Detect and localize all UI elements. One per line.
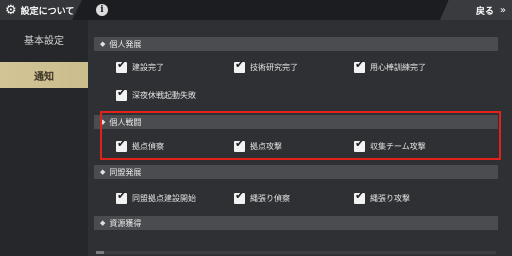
option-bodyguard-training-complete[interactable]: ✔ 用心棒訓練完了 <box>354 57 426 74</box>
highlight-box <box>100 111 501 160</box>
option-alliance-base-construction[interactable]: ✔ 同盟拠点建設開始 <box>116 188 196 205</box>
checkbox[interactable]: ✔ <box>234 57 245 73</box>
settings-title-tab: ⚙ 設定について <box>0 0 82 20</box>
option-label: 縄張り攻撃 <box>370 193 410 203</box>
checkbox-row: ✔ 建設完了 ✔ 技術研究完了 ✔ 用心棒訓練完了 <box>106 57 498 74</box>
option-night-truce-failed[interactable]: ✔ 深夜休戦起動失敗 <box>116 85 196 102</box>
option-territory-scouting[interactable]: ✔ 縄張り偵察 <box>234 188 290 205</box>
gear-icon: ⚙ <box>5 2 17 18</box>
top-bar: ⚙ 設定について i 戻る » <box>0 0 512 20</box>
checkbox-row: ✔ 深夜休戦起動失敗 <box>106 85 498 102</box>
checkmark-icon: ✔ <box>355 188 365 202</box>
checkbox[interactable]: ✔ <box>234 188 245 204</box>
checkmark-icon: ✔ <box>117 188 127 202</box>
option-label: 建設完了 <box>132 62 164 72</box>
section-label: 個人発展 <box>109 39 142 49</box>
option-research-complete[interactable]: ✔ 技術研究完了 <box>234 57 298 74</box>
section-label: 同盟発展 <box>109 167 142 177</box>
sidebar: 基本設定 通知 <box>0 20 88 256</box>
section-header-personal-development: ◆ 個人発展 <box>94 37 498 51</box>
scrollbar-thumb[interactable] <box>96 251 104 254</box>
back-button-label: 戻る <box>475 6 494 17</box>
checkmark-icon: ✔ <box>235 188 245 202</box>
checkbox[interactable]: ✔ <box>116 57 127 73</box>
option-label: 同盟拠点建設開始 <box>132 193 196 203</box>
checkmark-icon: ✔ <box>117 57 127 71</box>
section-header-resource-acquisition: ◆ 資源獲得 <box>94 216 498 230</box>
option-label: 縄張り偵察 <box>250 193 290 203</box>
checkbox[interactable]: ✔ <box>116 188 127 204</box>
sidebar-item-basic-settings[interactable]: 基本設定 <box>0 26 88 52</box>
diamond-icon: ◆ <box>100 168 106 176</box>
option-label: 用心棒訓練完了 <box>370 62 426 72</box>
section-header-alliance-development: ◆ 同盟発展 <box>94 165 498 179</box>
option-label: 深夜休戦起動失敗 <box>132 90 196 100</box>
option-label: 技術研究完了 <box>250 62 298 72</box>
checkbox-row: ✔ 同盟拠点建設開始 ✔ 縄張り偵察 ✔ 縄張り攻撃 <box>106 188 498 205</box>
double-chevron-right-icon: » <box>499 4 506 16</box>
checkmark-icon: ✔ <box>235 57 245 71</box>
option-territory-attack[interactable]: ✔ 縄張り攻撃 <box>354 188 410 205</box>
checkbox[interactable]: ✔ <box>116 85 127 101</box>
section-label: 資源獲得 <box>109 218 142 228</box>
horizontal-scrollbar[interactable] <box>96 251 496 254</box>
diamond-icon: ◆ <box>100 219 106 227</box>
checkmark-icon: ✔ <box>355 57 365 71</box>
info-button[interactable]: i <box>96 4 108 16</box>
sidebar-item-notifications[interactable]: 通知 <box>0 62 88 88</box>
checkmark-icon: ✔ <box>117 85 127 99</box>
page-title: 設定について <box>20 6 75 17</box>
option-construction-complete[interactable]: ✔ 建設完了 <box>116 57 164 74</box>
checkbox[interactable]: ✔ <box>354 57 365 73</box>
checkbox[interactable]: ✔ <box>354 188 365 204</box>
back-button[interactable]: 戻る » <box>440 0 512 20</box>
diamond-icon: ◆ <box>100 40 106 48</box>
